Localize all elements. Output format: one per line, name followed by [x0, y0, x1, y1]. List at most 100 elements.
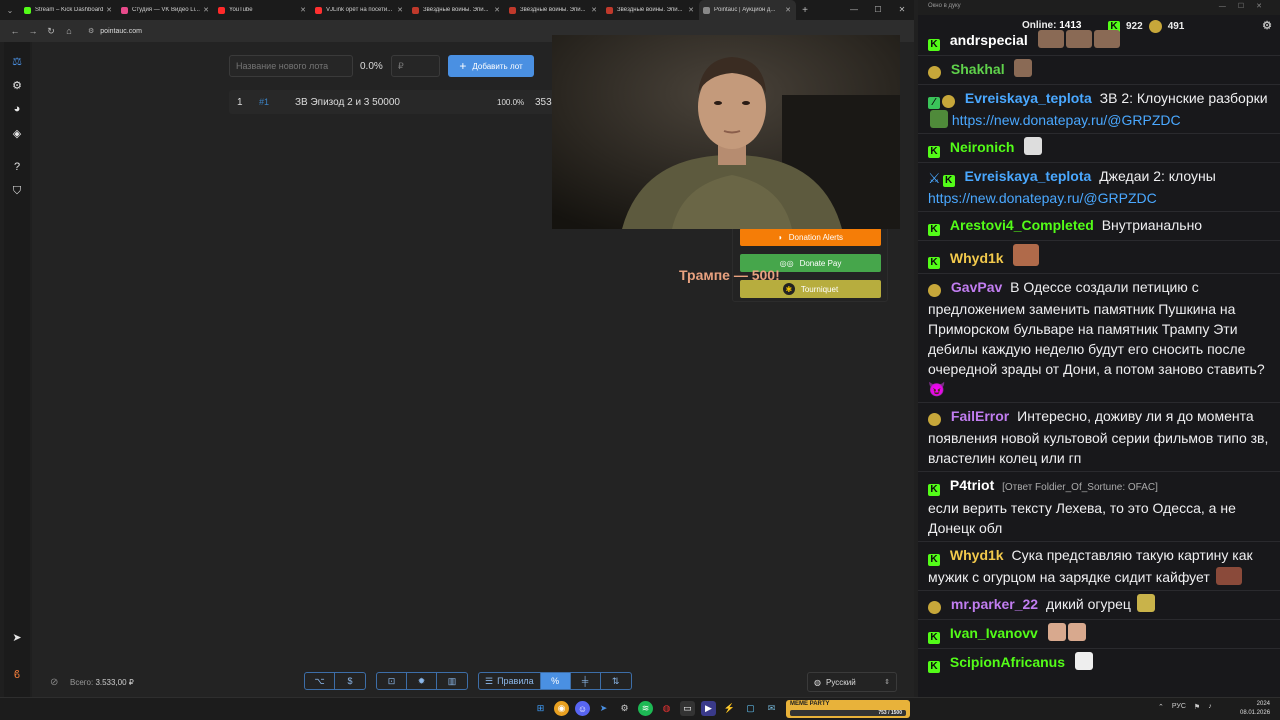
chat-message: FailError Интересно, доживу ли я до моме… [918, 403, 1280, 472]
close-icon[interactable]: ✕ [396, 6, 404, 14]
close-icon[interactable]: ✕ [590, 6, 598, 14]
clock[interactable]: 2024 08.01.2026 [1240, 700, 1270, 718]
tab-youtube[interactable]: YouTube ✕ [214, 0, 311, 20]
minimize-icon[interactable]: — [842, 0, 866, 20]
tab-star-wars-3[interactable]: Звёздные войны. Эпи... ✕ [602, 0, 699, 20]
tab-star-wars-2[interactable]: Звёздные войны. Эпи... ✕ [505, 0, 602, 20]
auction-icon[interactable]: ⚖ [10, 54, 24, 68]
wifi-icon[interactable]: ⚑ [1194, 703, 1200, 711]
donate-icon[interactable]: ϐ [10, 668, 24, 682]
address-bar[interactable]: ⚙ pointauc.com [82, 23, 548, 39]
chat-username[interactable]: andrspecial [950, 32, 1028, 48]
discord-icon[interactable]: ☺ [575, 701, 590, 716]
tab-star-wars-1[interactable]: Звёздные войны. Эпи... ✕ [408, 0, 505, 20]
media-icon[interactable]: ▶ [701, 701, 716, 716]
reply-reference[interactable]: [Ответ Foldier_Of_Sortune: OFAC] [1002, 482, 1158, 493]
emote-icon [1047, 623, 1066, 641]
tab-pointauc[interactable]: Pointauc | Аукцион д... ✕ [699, 0, 796, 20]
chat-window-controls[interactable]: —☐✕ [1219, 2, 1274, 10]
wheel-icon[interactable]: ◕ [10, 102, 24, 116]
emote-icon [930, 110, 948, 128]
dollar-icon[interactable]: $ [335, 673, 365, 689]
new-tab-button[interactable]: + [796, 5, 814, 16]
telegram-icon[interactable]: ➤ [596, 701, 611, 716]
new-lot-name-input[interactable] [229, 55, 353, 77]
home-icon[interactable]: ⌂ [60, 26, 78, 36]
chat-username[interactable]: Shakhal [951, 61, 1005, 77]
trash-icon[interactable]: ▥ [437, 673, 467, 689]
chat-username[interactable]: Whyd1k [950, 250, 1004, 266]
back-icon[interactable]: ← [6, 26, 24, 36]
chat-username[interactable]: FailError [951, 408, 1009, 424]
chat-message: ⚔ K Evreiskaya_teplota Джедаи 2: клоуны h… [918, 163, 1280, 212]
donation-alerts-button[interactable]: ◗ Donation Alerts [740, 228, 881, 246]
tab-vjlink[interactable]: VJLink орёт на посети... ✕ [311, 0, 408, 20]
add-lot-button[interactable]: + Добавить лот [448, 55, 534, 77]
chat-messages: K andrspecial Shakhal ⁄ Evreiskaya_teplo… [918, 30, 1280, 677]
lot-share: 100.0% [497, 98, 525, 107]
lot-row[interactable]: 1 #1 ЗВ Эпизод 2 и 3 50000 100.0% 3533 [229, 90, 557, 114]
close-icon[interactable]: ✕ [202, 6, 210, 14]
steam-icon[interactable]: ⚙ [617, 701, 632, 716]
help-icon[interactable]: ? [10, 160, 24, 174]
close-icon[interactable]: ✕ [784, 6, 792, 14]
bug-icon[interactable]: ✹ [407, 673, 437, 689]
lot-amount-input[interactable] [391, 55, 440, 77]
sort-toggle[interactable]: ⇅ [601, 673, 631, 689]
keyboard-language[interactable]: РУС [1172, 703, 1186, 711]
chat-username[interactable]: Ivan_Ivanovv [950, 625, 1038, 641]
language-value: Русский [825, 677, 856, 687]
close-window-icon[interactable]: ✕ [890, 0, 914, 20]
chat-link[interactable]: https://new.donatepay.ru/@GRPZDC [952, 112, 1181, 128]
shield-icon[interactable]: ⛉ [10, 184, 24, 198]
lot-name[interactable]: ЗВ Эпизод 2 и 3 50000 [295, 97, 400, 108]
window-icon[interactable]: ▢ [743, 701, 758, 716]
chat-username[interactable]: Evreiskaya_teplota [964, 168, 1091, 184]
obs-icon[interactable]: ◍ [659, 701, 674, 716]
chevron-up-icon[interactable]: ⌃ [1158, 703, 1164, 711]
chrome-icon[interactable]: ◉ [554, 701, 569, 716]
windows-start-icon[interactable]: ⊞ [533, 701, 548, 716]
close-icon[interactable]: ✕ [493, 6, 501, 14]
utility-icon[interactable]: ⚡ [722, 701, 737, 716]
app-icon[interactable]: ▭ [680, 701, 695, 716]
vk-icon [121, 6, 128, 14]
code-icon[interactable]: ✉ [764, 701, 779, 716]
tab-kick-dashboard[interactable]: Stream – Kick Dashboard ✕ [20, 0, 117, 20]
close-icon[interactable]: ✕ [299, 6, 307, 14]
chat-username[interactable]: Evreiskaya_teplota [965, 90, 1092, 106]
percent-toggle[interactable]: % [540, 673, 571, 689]
auction-bottom-bar: ⊘ Всего: 3.533,00 ₽ ⌥ $ ⊡ ✹ ▥ ☰ Правила % [32, 667, 914, 697]
kick-icon [24, 6, 31, 14]
rules-button[interactable]: ☰ Правила [479, 673, 541, 689]
tab-title: Звёздные войны. Эпи... [617, 7, 683, 13]
chat-username[interactable]: Neironich [950, 139, 1015, 155]
save-icon[interactable]: ⊡ [377, 673, 407, 689]
maximize-icon[interactable]: ☐ [866, 0, 890, 20]
telegram-icon[interactable]: ➤ [10, 630, 24, 644]
spotify-icon[interactable]: ≋ [638, 701, 653, 716]
chat-titlebar: Окно в дуку —☐✕ [918, 0, 1280, 15]
chat-link[interactable]: https://new.donatepay.ru/@GRPZDC [928, 190, 1157, 206]
chat-username[interactable]: Whyd1k [950, 547, 1004, 563]
compact-toggle[interactable]: ╪ [571, 673, 601, 689]
close-icon[interactable]: ✕ [687, 6, 695, 14]
tab-vk-studio[interactable]: Студия — VK Видео Li... ✕ [117, 0, 214, 20]
settings-icon[interactable]: ⚙ [10, 78, 24, 92]
eye-off-icon[interactable]: ⊘ [50, 677, 58, 688]
chat-username[interactable]: Arestovi4_Completed [950, 217, 1094, 233]
forward-icon[interactable]: → [24, 26, 42, 36]
layers-icon[interactable]: ◈ [10, 126, 24, 140]
chat-username[interactable]: ScipionAfricanus [950, 654, 1065, 670]
close-icon[interactable]: ✕ [105, 6, 113, 14]
volume-icon[interactable]: ♪ [1208, 703, 1212, 711]
chat-username[interactable]: GavPav [951, 279, 1002, 295]
language-select[interactable]: ◍ Русский ⇕ [807, 672, 897, 692]
chat-username[interactable]: P4triot [950, 477, 994, 493]
chat-username[interactable]: mr.parker_22 [951, 596, 1038, 612]
site-info-icon[interactable]: ⚙ [88, 27, 94, 35]
reload-icon[interactable]: ↻ [42, 26, 60, 37]
chat-message: mr.parker_22 дикий огурец [918, 591, 1280, 620]
tab-menu-icon[interactable]: ⌄ [0, 0, 20, 20]
github-icon[interactable]: ⌥ [305, 673, 335, 689]
